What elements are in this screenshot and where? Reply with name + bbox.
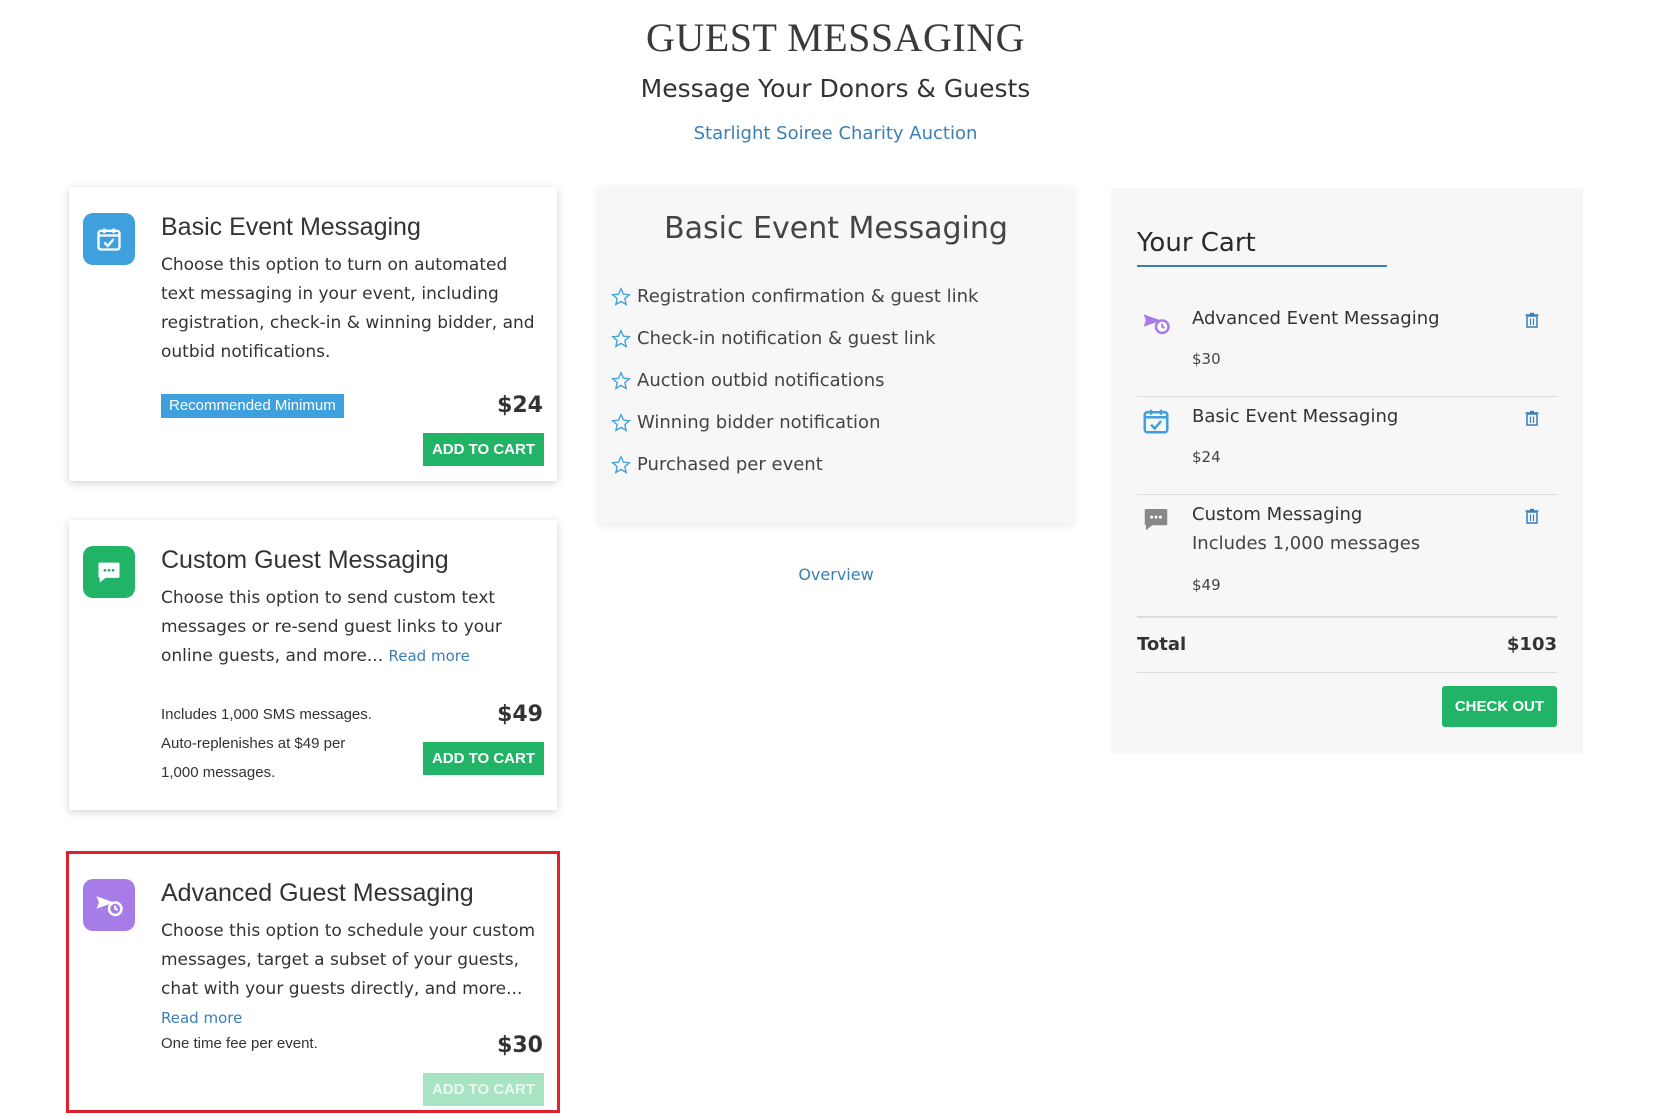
cart-item: Custom Messaging Includes 1,000 messages… (1137, 504, 1557, 614)
add-to-cart-button[interactable]: ADD TO CART (422, 742, 544, 775)
add-to-cart-button[interactable]: ADD TO CART (422, 433, 544, 466)
features-panel: Basic Event Messaging Registration confi… (599, 187, 1073, 523)
feature-item: Winning bidder notification (611, 412, 880, 433)
product-card-custom: Custom Guest Messaging Choose this optio… (69, 520, 557, 810)
recommended-badge: Recommended Minimum (161, 394, 344, 418)
features-title: Basic Event Messaging (664, 211, 1008, 246)
product-card-basic: Basic Event Messaging Choose this option… (69, 187, 557, 481)
feature-label: Purchased per event (637, 454, 823, 475)
product-title: Basic Event Messaging (161, 213, 421, 241)
cart-item: Advanced Event Messaging $30 (1137, 308, 1557, 398)
cart-item-name: Advanced Event Messaging (1192, 308, 1440, 329)
trash-icon[interactable] (1525, 312, 1539, 328)
feature-item: Check-in notification & guest link (611, 328, 936, 349)
cart-title-underline (1137, 265, 1387, 267)
calendar-check-icon (1143, 409, 1169, 434)
trash-icon[interactable] (1525, 410, 1539, 426)
cart-item-name: Basic Event Messaging (1192, 406, 1399, 427)
cart-item-price: $24 (1192, 448, 1221, 466)
star-icon (611, 454, 631, 474)
feature-label: Registration confirmation & guest link (637, 286, 979, 307)
divider (1137, 494, 1557, 495)
product-title: Custom Guest Messaging (161, 546, 449, 574)
feature-label: Auction outbid notifications (637, 370, 885, 391)
star-icon (611, 370, 631, 390)
page-title: GUEST MESSAGING (645, 15, 1026, 60)
product-description: Choose this option to turn on automated … (161, 255, 535, 362)
highlight-box (66, 851, 560, 1113)
divider (1137, 616, 1557, 618)
chat-bubble-icon (83, 546, 135, 598)
total-label: Total (1137, 634, 1187, 655)
calendar-check-icon (83, 213, 135, 265)
product-price: $24 (497, 393, 543, 418)
divider (1137, 672, 1557, 673)
feature-item: Auction outbid notifications (611, 370, 884, 391)
cart-item: Basic Event Messaging $24 (1137, 406, 1557, 496)
cart-item-sub: Includes 1,000 messages (1192, 533, 1421, 554)
star-icon (611, 286, 631, 306)
product-price: $49 (497, 702, 543, 727)
event-name-link[interactable]: Starlight Soiree Charity Auction (0, 123, 1671, 144)
star-icon (611, 328, 631, 348)
star-icon (611, 412, 631, 432)
cart-title: Your Cart (1137, 228, 1256, 258)
checkout-button[interactable]: CHECK OUT (1441, 686, 1557, 727)
feature-item: Registration confirmation & guest link (611, 286, 978, 307)
page-subtitle: Message Your Donors & Guests (640, 74, 1031, 103)
cart-item-name: Custom Messaging (1192, 504, 1363, 525)
divider (1137, 396, 1557, 397)
feature-label: Check-in notification & guest link (637, 328, 936, 349)
read-more-link[interactable]: Read more (389, 647, 470, 665)
trash-icon[interactable] (1525, 508, 1539, 524)
product-description: Choose this option to send custom text m… (161, 584, 536, 671)
total-value: $103 (1506, 634, 1557, 655)
chat-bubble-icon (1144, 509, 1168, 531)
scheduled-send-icon (1143, 314, 1170, 335)
cart-item-price: $49 (1192, 576, 1221, 594)
overview-link[interactable]: Overview (599, 565, 1073, 584)
cart-item-price: $30 (1192, 350, 1221, 368)
feature-item: Purchased per event (611, 454, 823, 475)
cart-panel: Your Cart Advanced Event Messaging $30 B… (1111, 188, 1583, 754)
product-note: Includes 1,000 SMS messages. Auto-replen… (161, 706, 372, 781)
feature-label: Winning bidder notification (637, 412, 881, 433)
